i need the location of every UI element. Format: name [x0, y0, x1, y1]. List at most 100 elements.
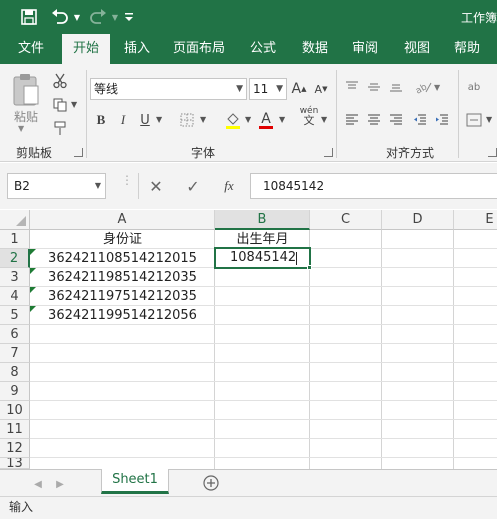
undo-icon[interactable] — [48, 6, 72, 28]
add-sheet-icon[interactable] — [200, 472, 222, 494]
align-left-icon[interactable] — [342, 109, 362, 131]
fill-color-dropdown-icon[interactable]: ▼ — [245, 115, 251, 124]
decrease-indent-icon[interactable] — [410, 109, 430, 131]
gridline — [453, 230, 454, 469]
borders-icon[interactable] — [176, 109, 198, 131]
phonetic-dropdown-icon[interactable]: ▼ — [321, 115, 327, 124]
cell-a2-wrap[interactable]: 362421108514212015 — [30, 249, 215, 268]
middle-align-icon[interactable] — [364, 76, 384, 98]
row-header[interactable]: 2 — [0, 249, 30, 268]
bold-button[interactable]: B — [92, 109, 110, 131]
chevron-down-icon: ▼ — [236, 84, 243, 94]
font-size-select[interactable]: 11 ▼ — [249, 78, 287, 100]
name-box[interactable]: B2 ▼ — [7, 173, 106, 199]
fill-color-icon[interactable] — [222, 109, 244, 131]
undo-dropdown-icon[interactable]: ▼ — [72, 6, 82, 28]
tab-view[interactable]: 视图 — [394, 34, 440, 64]
column-header-c[interactable]: C — [310, 210, 382, 230]
bottom-align-icon[interactable] — [386, 76, 406, 98]
row-header[interactable]: 13 — [0, 458, 30, 469]
divider — [138, 173, 139, 199]
gridline — [30, 343, 497, 344]
underline-dropdown-icon[interactable]: ▼ — [156, 115, 162, 124]
cell-a1[interactable]: 身份证 — [30, 230, 215, 249]
tab-page-layout[interactable]: 页面布局 — [166, 34, 232, 64]
tab-review[interactable]: 审阅 — [342, 34, 388, 64]
decrease-font-size-icon[interactable]: A ▼ — [312, 78, 330, 100]
align-right-icon[interactable] — [386, 109, 406, 131]
column-header-b[interactable]: B — [215, 210, 310, 230]
row-header[interactable]: 10 — [0, 401, 30, 420]
redo-dropdown-icon[interactable]: ▼ — [110, 6, 120, 28]
italic-button[interactable]: I — [114, 109, 132, 131]
borders-dropdown-icon[interactable]: ▼ — [200, 115, 206, 124]
orientation-icon[interactable]: ab — [412, 76, 434, 98]
cancel-icon[interactable]: ✕ — [145, 175, 167, 197]
font-color-button[interactable]: A — [256, 109, 276, 131]
svg-text:ab: ab — [414, 82, 429, 94]
row-header[interactable]: 8 — [0, 363, 30, 382]
copy-icon[interactable] — [50, 94, 70, 116]
sheet-tab-sheet1[interactable]: Sheet1 — [101, 469, 169, 494]
fill-handle[interactable] — [307, 265, 312, 270]
column-header-e[interactable]: E — [454, 210, 497, 230]
cell-a3-wrap[interactable]: 362421198514212035 — [30, 268, 215, 287]
scroll-right-icon[interactable]: ▶ — [52, 473, 68, 495]
select-all-corner[interactable] — [0, 210, 30, 230]
tab-formulas[interactable]: 公式 — [240, 34, 286, 64]
cell-a5-wrap[interactable]: 362421199514212056 — [30, 306, 215, 325]
cell-a2: 362421108514212015 — [48, 251, 197, 266]
tab-file[interactable]: 文件 — [8, 34, 54, 64]
tab-insert[interactable]: 插入 — [114, 34, 160, 64]
cell-a4-wrap[interactable]: 362421197514212035 — [30, 287, 215, 306]
formula-input[interactable]: 10845142 — [250, 173, 497, 199]
row-header[interactable]: 3 — [0, 268, 30, 287]
font-color-dropdown-icon[interactable]: ▼ — [279, 115, 285, 124]
cut-icon[interactable] — [50, 70, 70, 92]
formula-bar-grip-icon[interactable]: ⋮ — [121, 174, 133, 195]
copy-dropdown-icon[interactable]: ▼ — [71, 100, 77, 109]
active-cell-b2[interactable]: 10845142 — [214, 247, 311, 269]
clipboard-launcher-icon[interactable] — [74, 148, 83, 157]
save-icon[interactable] — [16, 6, 42, 28]
tab-home[interactable]: 开始 — [62, 34, 110, 65]
column-header-a[interactable]: A — [30, 210, 215, 230]
wrap-text-icon[interactable]: ab — [464, 76, 484, 98]
merge-center-icon[interactable] — [464, 109, 484, 131]
increase-font-size-icon[interactable]: A ▲ — [290, 78, 308, 100]
format-painter-icon[interactable] — [50, 118, 70, 140]
ribbon-home: 粘贴 ▼ ▼ 剪贴板 等线 ▼ 11 ▼ A ▲ A ▼ B I U ▼ ▼ ▼… — [0, 64, 497, 162]
align-center-icon[interactable] — [364, 109, 384, 131]
row-header[interactable]: 1 — [0, 230, 30, 249]
gridline — [30, 438, 497, 439]
paste-dropdown-icon[interactable]: ▼ — [18, 124, 24, 133]
row-header[interactable]: 6 — [0, 325, 30, 344]
customize-qat-icon[interactable] — [122, 6, 136, 28]
row-header[interactable]: 5 — [0, 306, 30, 325]
enter-check-icon[interactable]: ✓ — [182, 175, 204, 197]
increase-indent-icon[interactable] — [432, 109, 452, 131]
column-header-d[interactable]: D — [382, 210, 454, 230]
sheet-tab-bar: ◀ ▶ Sheet1 — [0, 469, 497, 496]
phonetic-guide-button[interactable]: wén 文 — [298, 105, 320, 127]
merge-dropdown-icon[interactable]: ▼ — [486, 115, 492, 124]
insert-function-button[interactable]: fx — [218, 175, 240, 197]
gridline — [30, 457, 497, 458]
paste-icon[interactable] — [8, 70, 44, 110]
row-header[interactable]: 9 — [0, 382, 30, 401]
underline-button[interactable]: U — [136, 109, 154, 131]
top-align-icon[interactable] — [342, 76, 362, 98]
tab-data[interactable]: 数据 — [292, 34, 338, 64]
tab-help[interactable]: 帮助 — [444, 34, 490, 64]
font-name-select[interactable]: 等线 ▼ — [90, 78, 247, 100]
row-header[interactable]: 4 — [0, 287, 30, 306]
row-header[interactable]: 7 — [0, 344, 30, 363]
row-header[interactable]: 11 — [0, 420, 30, 439]
scroll-left-icon[interactable]: ◀ — [30, 473, 46, 495]
window-title: 工作簿 — [460, 11, 497, 25]
redo-icon[interactable] — [86, 6, 110, 28]
font-launcher-icon[interactable] — [324, 148, 333, 157]
row-header[interactable]: 12 — [0, 439, 30, 458]
orientation-dropdown-icon[interactable]: ▼ — [434, 83, 440, 92]
alignment-launcher-icon[interactable] — [488, 148, 497, 157]
